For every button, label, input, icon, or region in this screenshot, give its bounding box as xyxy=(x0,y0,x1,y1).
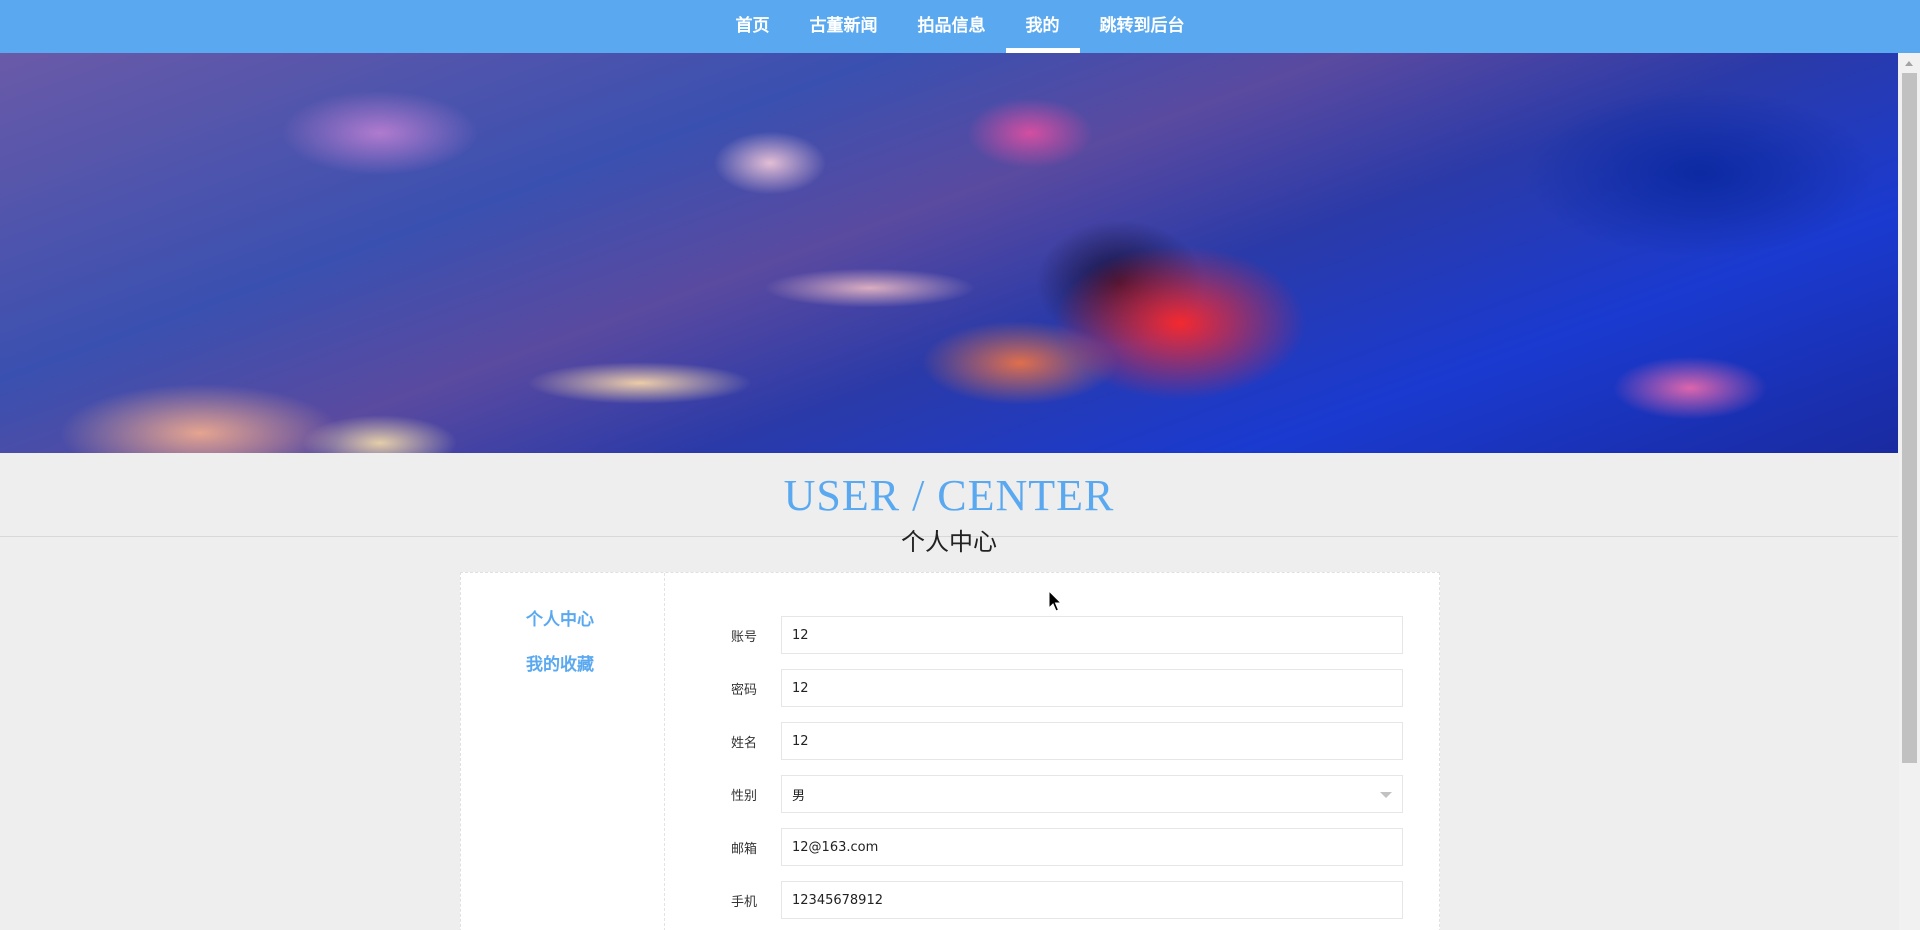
mouse-cursor-icon xyxy=(1048,590,1063,612)
phone-label: 手机 xyxy=(731,894,758,910)
password-field[interactable]: 12 xyxy=(781,669,1403,707)
form-row-email: 邮箱 12@163.com xyxy=(731,827,1403,867)
gender-value: 男 xyxy=(792,788,806,804)
form-row-account: 账号 12 xyxy=(731,615,1403,655)
form-row-gender: 性别 男 xyxy=(731,774,1403,814)
name-value: 12 xyxy=(792,733,809,749)
account-label: 账号 xyxy=(731,629,758,645)
banner-image xyxy=(0,53,1898,453)
account-value: 12 xyxy=(792,627,809,643)
nav-item-admin[interactable]: 跳转到后台 xyxy=(1080,0,1205,46)
user-center-card: 个人中心 我的收藏 账号 12 密码 12 姓名 12 性别 男 邮箱 12@1… xyxy=(460,572,1440,930)
form-row-phone: 手机 12345678912 xyxy=(731,880,1403,920)
nav-item-mine[interactable]: 我的 xyxy=(1005,0,1080,53)
phone-value: 12345678912 xyxy=(792,892,883,908)
side-nav: 个人中心 我的收藏 xyxy=(461,573,665,930)
scroll-up-arrow-icon[interactable] xyxy=(1905,61,1913,66)
top-nav: 首页 古董新闻 拍品信息 我的 跳转到后台 xyxy=(0,0,1920,53)
phone-field[interactable]: 12345678912 xyxy=(781,881,1403,919)
gender-label: 性别 xyxy=(731,788,758,804)
side-link-my-favorites[interactable]: 我的收藏 xyxy=(526,650,594,675)
name-field[interactable]: 12 xyxy=(781,722,1403,760)
account-field[interactable]: 12 xyxy=(781,616,1403,654)
form-row-password: 密码 12 xyxy=(731,668,1403,708)
chevron-down-icon xyxy=(1380,792,1392,798)
name-label: 姓名 xyxy=(731,735,758,751)
email-field[interactable]: 12@163.com xyxy=(781,828,1403,866)
page-scrollbar[interactable] xyxy=(1899,53,1920,930)
scroll-thumb[interactable] xyxy=(1902,73,1917,763)
nav-item-home[interactable]: 首页 xyxy=(716,0,790,46)
nav-item-auction-items[interactable]: 拍品信息 xyxy=(898,0,1006,46)
section-title: USER / CENTER xyxy=(783,471,1115,520)
page: 首页 古董新闻 拍品信息 我的 跳转到后台 USER / CENTER 个人中心… xyxy=(0,0,1920,930)
password-value: 12 xyxy=(792,680,809,696)
side-link-user-center[interactable]: 个人中心 xyxy=(526,605,594,630)
email-value: 12@163.com xyxy=(792,839,879,855)
password-label: 密码 xyxy=(731,682,758,698)
section-subtitle: 个人中心 xyxy=(901,528,997,556)
gender-select[interactable]: 男 xyxy=(781,775,1403,813)
email-label: 邮箱 xyxy=(731,841,758,857)
nav-item-antique-news[interactable]: 古董新闻 xyxy=(790,0,898,46)
form-row-name: 姓名 12 xyxy=(731,721,1403,761)
